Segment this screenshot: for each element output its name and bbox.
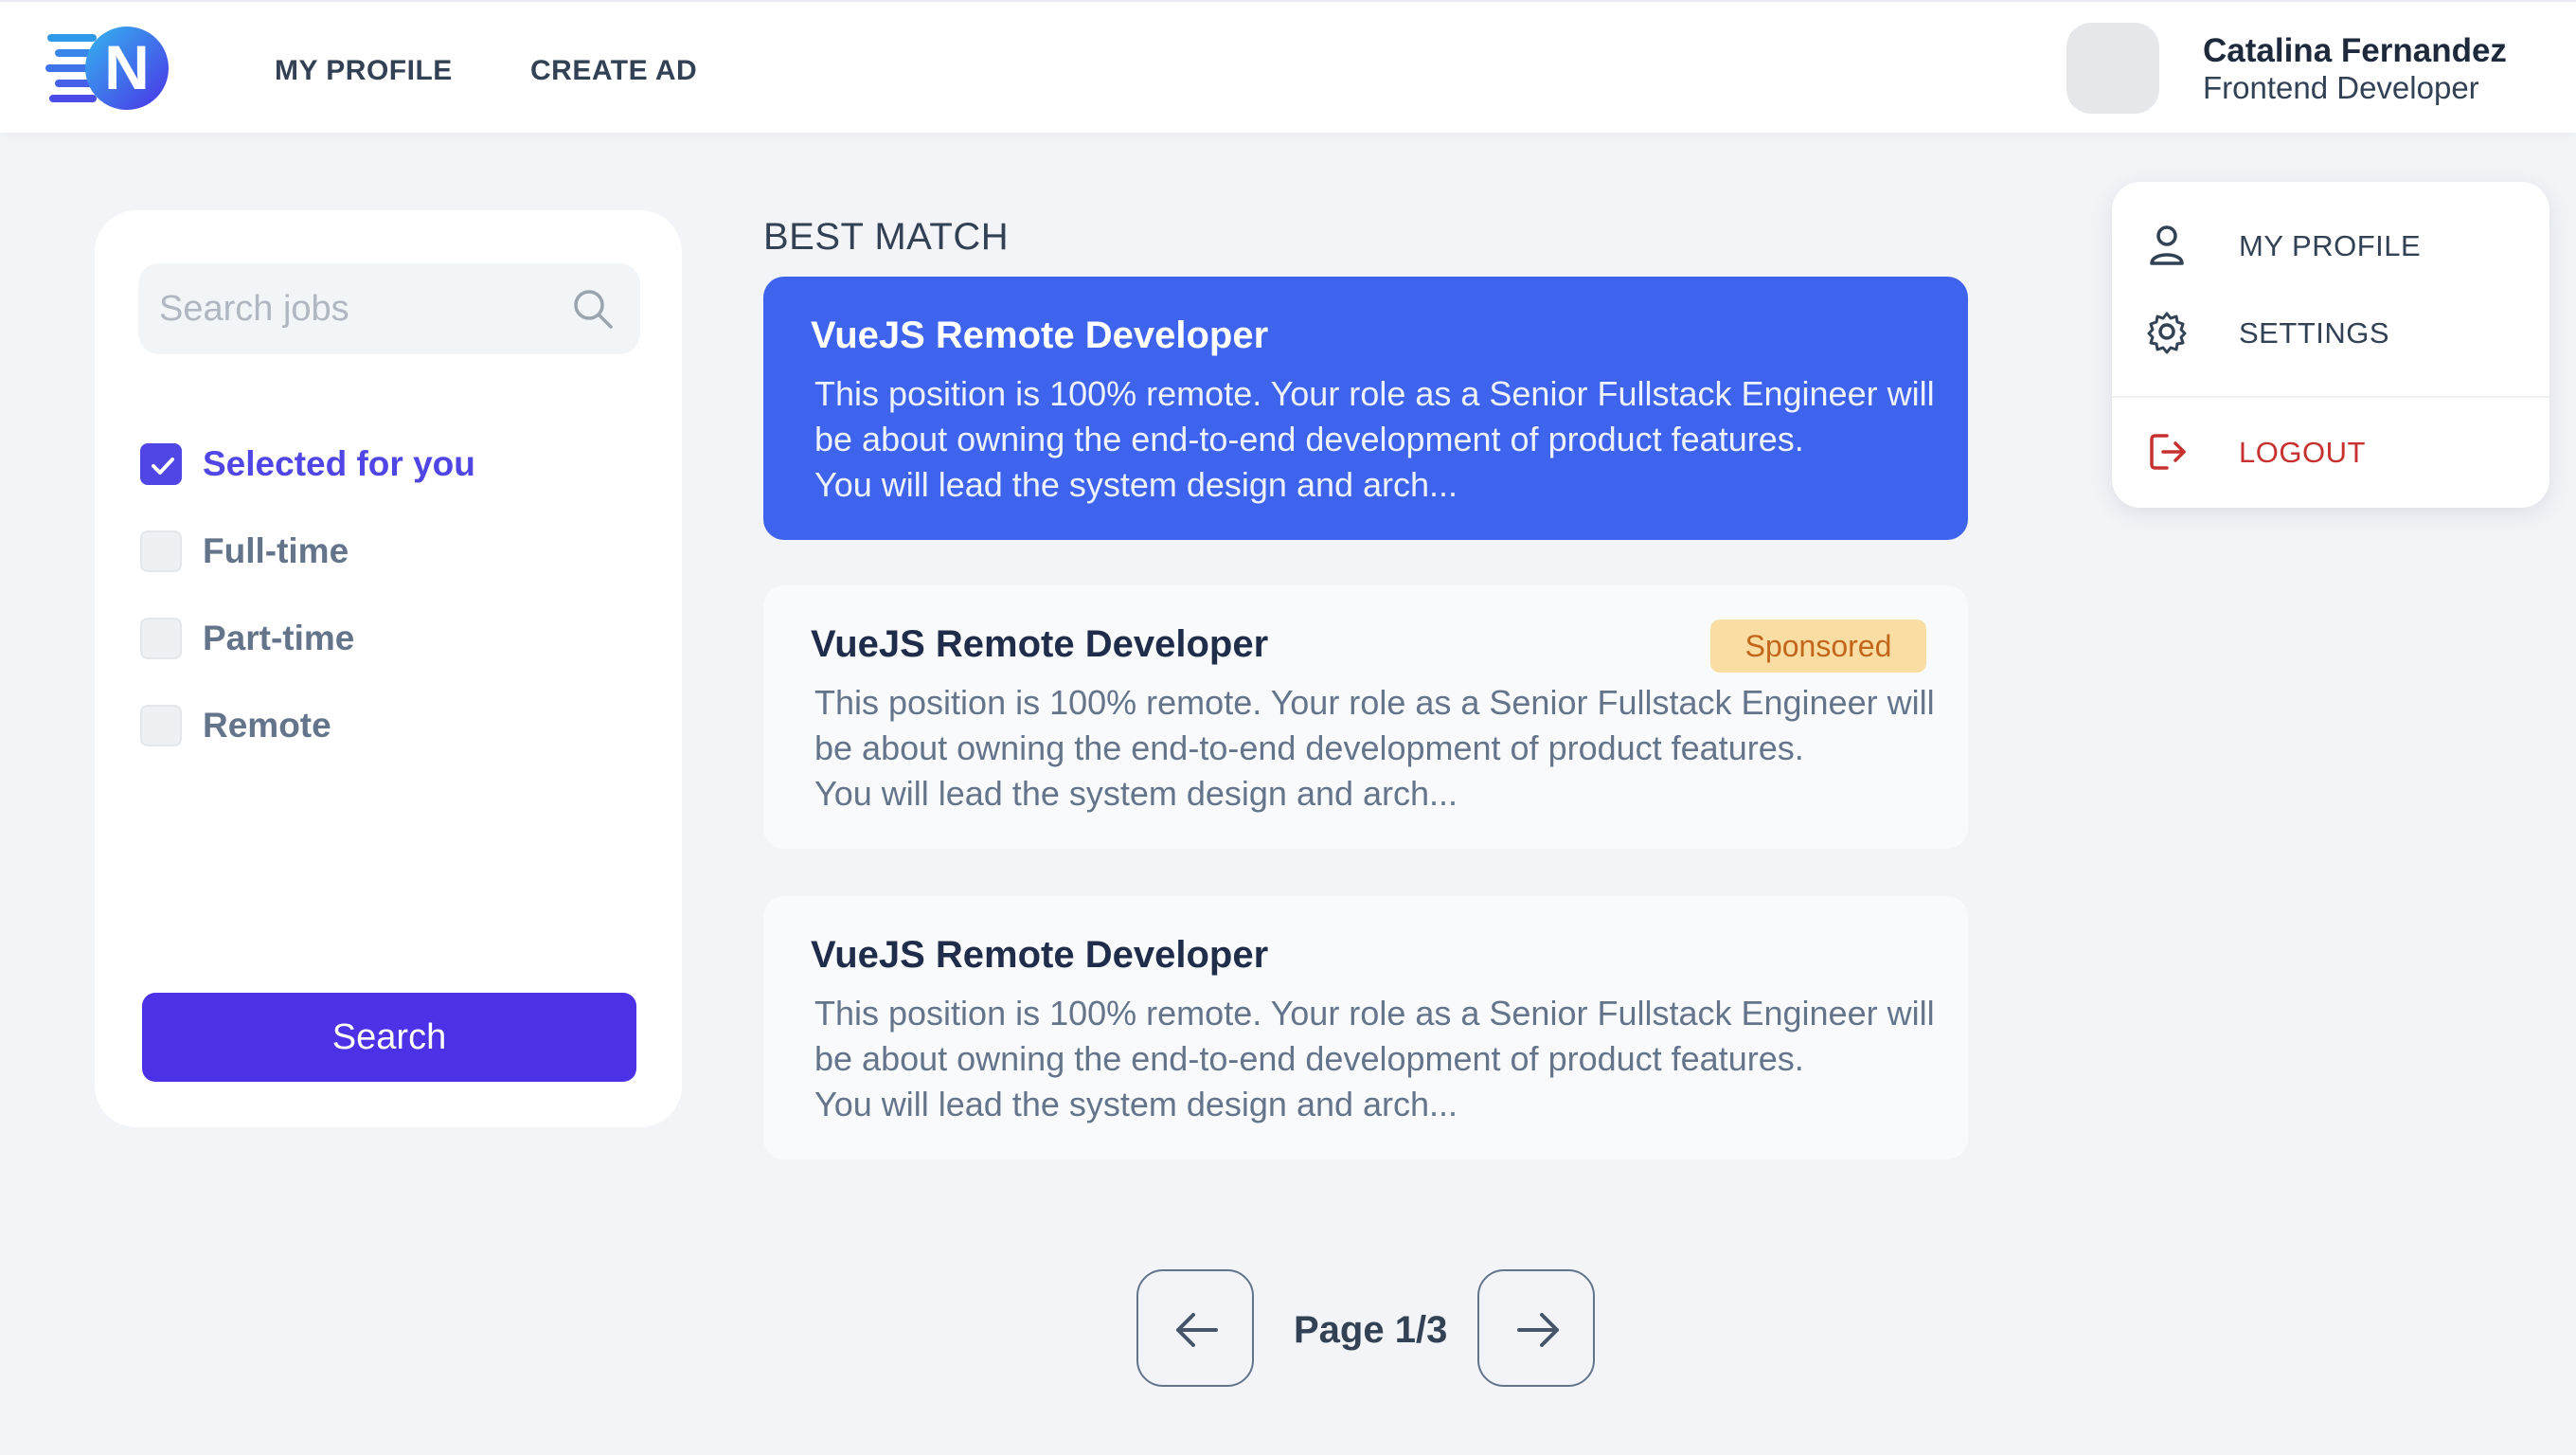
avatar[interactable] — [2066, 23, 2159, 114]
menu-item-label: SETTINGS — [2239, 316, 2390, 350]
section-title: BEST MATCH — [763, 216, 1010, 258]
job-card[interactable]: VueJS Remote Developer This position is … — [763, 896, 1968, 1159]
gear-icon — [2147, 312, 2187, 354]
checkbox[interactable] — [140, 530, 182, 572]
logout-icon — [2150, 434, 2186, 470]
search-icon[interactable] — [570, 286, 616, 332]
user-dropdown-menu: MY PROFILE SETTINGS LOGOUT — [2112, 182, 2549, 508]
next-page-button[interactable] — [1477, 1269, 1595, 1387]
job-card[interactable]: VueJS Remote Developer This position is … — [763, 277, 1968, 540]
svg-text:N: N — [104, 32, 150, 102]
checkmark-icon — [152, 458, 174, 475]
filter-panel: Selected for you Full-time Part-time Rem… — [95, 210, 682, 1127]
filter-label: Full-time — [203, 531, 349, 570]
menu-divider — [2112, 396, 2549, 398]
filter-full-time[interactable]: Full-time — [138, 529, 612, 574]
menu-item-my-profile[interactable]: MY PROFILE — [2146, 222, 2525, 269]
nav-create-ad[interactable]: CREATE AD — [530, 55, 697, 87]
job-description: This position is 100% remote. Your role … — [814, 994, 1935, 1123]
user-name: Catalina Fernandez — [2203, 32, 2507, 69]
filter-label: Selected for you — [203, 444, 475, 483]
checkbox-checked[interactable] — [140, 443, 182, 485]
job-card[interactable]: VueJS Remote Developer Sponsored This po… — [763, 585, 1968, 849]
user-role: Frontend Developer — [2203, 70, 2479, 105]
checkbox[interactable] — [140, 705, 182, 746]
job-title: VueJS Remote Developer — [811, 623, 1269, 665]
app-logo[interactable]: N — [45, 27, 170, 110]
job-title: VueJS Remote Developer — [811, 314, 1269, 356]
menu-item-logout[interactable]: LOGOUT — [2146, 428, 2525, 476]
job-description: This position is 100% remote. Your role … — [814, 374, 1935, 504]
search-button[interactable]: Search — [142, 993, 636, 1082]
filter-label: Remote — [203, 706, 331, 745]
menu-item-label: LOGOUT — [2239, 436, 2366, 469]
filter-label: Part-time — [203, 619, 355, 657]
top-header: N MY PROFILE CREATE AD Catalina Fernande… — [0, 0, 2576, 133]
filter-selected-for-you[interactable]: Selected for you — [138, 441, 612, 487]
arrow-left-icon — [1176, 1313, 1218, 1347]
search-box — [138, 263, 640, 354]
job-title: VueJS Remote Developer — [811, 934, 1269, 976]
user-icon — [2150, 225, 2184, 265]
checkbox[interactable] — [140, 618, 182, 659]
menu-item-settings[interactable]: SETTINGS — [2146, 309, 2525, 356]
previous-page-button[interactable] — [1136, 1269, 1254, 1387]
job-board-page: N MY PROFILE CREATE AD Catalina Fernande… — [0, 0, 2576, 1455]
sponsored-badge: Sponsored — [1710, 620, 1926, 673]
filter-part-time[interactable]: Part-time — [138, 616, 612, 661]
filter-remote[interactable]: Remote — [138, 703, 612, 748]
nav-my-profile[interactable]: MY PROFILE — [275, 55, 453, 87]
page-indicator: Page 1/3 — [1294, 1309, 1448, 1351]
job-description: This position is 100% remote. Your role … — [814, 683, 1935, 813]
arrow-right-icon — [1517, 1313, 1559, 1347]
menu-item-label: MY PROFILE — [2239, 229, 2422, 262]
search-input[interactable] — [159, 282, 566, 335]
